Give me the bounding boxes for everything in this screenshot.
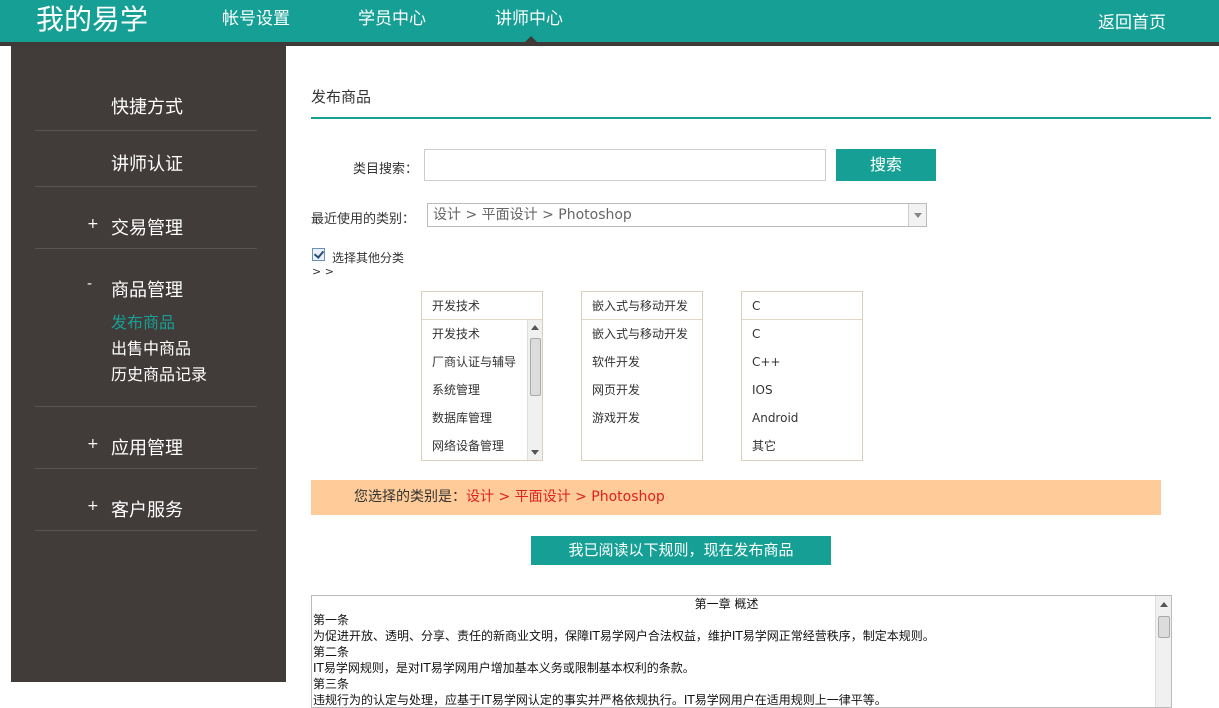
rules-textbox[interactable]: 第一章 概述 第一条 为促进开放、透明、分享、责任的新商业文明，保障IT易学网户…	[311, 595, 1172, 708]
sidebar: 快捷方式 讲师认证 + 交易管理 - 商品管理 发布商品 出售中商品 历史商品记…	[11, 46, 286, 682]
rules-line: 为促进开放、透明、分享、责任的新商业文明，保障IT易学网户合法权益，维护IT易学…	[313, 629, 935, 643]
other-category-label: 选择其他分类	[332, 251, 405, 265]
other-category-checkbox[interactable]	[312, 248, 325, 261]
category-search-label: 类目搜索：	[353, 162, 419, 177]
sidebar-divider	[35, 248, 257, 249]
category-list-level3[interactable]: C C C++ IOS Android 其它	[741, 291, 863, 461]
rules-chapter-title: 第一章 概述	[694, 597, 759, 611]
sidebar-item-label: 商品管理	[111, 280, 183, 301]
sidebar-divider	[35, 186, 257, 187]
list-item[interactable]: 嵌入式与移动开发	[582, 320, 702, 348]
sidebar-sub-history[interactable]: 历史商品记录	[111, 361, 207, 385]
list-item[interactable]: 厂商认证与辅导	[422, 348, 542, 376]
selected-category-bar: 您选择的类别是：设计 > 平面设计 > Photoshop	[311, 480, 1161, 515]
sidebar-sub-publish[interactable]: 发布商品	[111, 309, 175, 333]
sidebar-item-label: 快捷方式	[111, 97, 183, 118]
page-title: 发布商品	[311, 88, 372, 106]
list-item[interactable]: 网页开发	[582, 376, 702, 404]
list-item[interactable]: 开发技术	[422, 320, 542, 348]
selected-category-value: 设计 > 平面设计 > Photoshop	[466, 489, 665, 505]
rules-line: 第一条	[313, 613, 350, 627]
expand-plus-icon: +	[87, 216, 99, 232]
search-button[interactable]: 搜索	[836, 149, 936, 181]
scroll-thumb[interactable]	[1158, 616, 1170, 638]
nav-account-settings[interactable]: 帐号设置	[222, 8, 290, 30]
expand-plus-icon: +	[87, 498, 99, 514]
collapse-minus-icon: -	[87, 276, 93, 292]
dropdown-arrow-icon[interactable]	[908, 204, 926, 226]
recent-category-value: 设计 > 平面设计 > Photoshop	[433, 207, 632, 223]
rules-line: 第二条	[313, 645, 350, 659]
top-navbar: 我的易学 帐号设置 学员中心 讲师中心 返回首页	[0, 0, 1219, 42]
sidebar-item-label: 应用管理	[111, 438, 183, 459]
active-nav-caret-icon	[525, 36, 537, 42]
sidebar-item-label: 讲师认证	[111, 154, 183, 175]
scroll-up-icon[interactable]	[1160, 602, 1168, 607]
category-search-input[interactable]	[424, 149, 826, 181]
scroll-up-icon[interactable]	[531, 325, 539, 330]
sidebar-divider	[35, 406, 257, 407]
breadcrumb-arrows: > >	[312, 265, 334, 278]
sidebar-item-label: 交易管理	[111, 218, 183, 239]
list-item[interactable]: 网络设备管理	[422, 432, 542, 460]
sidebar-item-label: 客户服务	[111, 500, 183, 521]
category-list-header: 嵌入式与移动开发	[582, 292, 702, 320]
sidebar-divider	[35, 468, 257, 469]
list-item[interactable]: 其它	[742, 432, 862, 460]
category-list-header: C	[742, 292, 862, 320]
recent-category-select[interactable]: 设计 > 平面设计 > Photoshop	[427, 203, 927, 227]
rules-line: 第三条	[313, 677, 350, 691]
category-list-level2[interactable]: 嵌入式与移动开发 嵌入式与移动开发 软件开发 网页开发 游戏开发	[581, 291, 703, 461]
list-scrollbar[interactable]	[527, 320, 542, 460]
list-item[interactable]: C++	[742, 348, 862, 376]
list-item[interactable]: IOS	[742, 376, 862, 404]
list-item[interactable]: 软件开发	[582, 348, 702, 376]
agree-publish-button[interactable]: 我已阅读以下规则，现在发布商品	[531, 536, 831, 565]
title-divider	[311, 117, 1211, 119]
nav-student-center[interactable]: 学员中心	[358, 8, 426, 30]
list-item[interactable]: 数据库管理	[422, 404, 542, 432]
back-home-link[interactable]: 返回首页	[1098, 8, 1166, 33]
list-item[interactable]: Android	[742, 404, 862, 432]
selected-category-label: 您选择的类别是：	[354, 489, 466, 505]
rules-line: 违规行为的认定与处理，应基于IT易学网认定的事实并严格依规执行。IT易学网用户在…	[313, 693, 887, 707]
expand-plus-icon: +	[87, 436, 99, 452]
category-list-header: 开发技术	[422, 292, 542, 320]
category-list-level1[interactable]: 开发技术 开发技术 厂商认证与辅导 系统管理 数据库管理 网络设备管理	[421, 291, 543, 461]
site-logo[interactable]: 我的易学	[36, 2, 148, 38]
sidebar-divider	[35, 130, 257, 131]
sidebar-sub-on-sale[interactable]: 出售中商品	[111, 335, 191, 359]
list-item[interactable]: 系统管理	[422, 376, 542, 404]
scroll-down-icon[interactable]	[531, 450, 539, 455]
nav-teacher-center[interactable]: 讲师中心	[495, 8, 563, 30]
recent-category-label: 最近使用的类别：	[311, 212, 416, 227]
list-item[interactable]: C	[742, 320, 862, 348]
list-item[interactable]: 游戏开发	[582, 404, 702, 432]
sidebar-divider	[35, 530, 257, 531]
rules-scrollbar[interactable]	[1155, 596, 1171, 707]
scroll-thumb[interactable]	[530, 338, 541, 396]
rules-line: IT易学网规则，是对IT易学网用户增加基本义务或限制基本权利的条款。	[313, 661, 695, 675]
